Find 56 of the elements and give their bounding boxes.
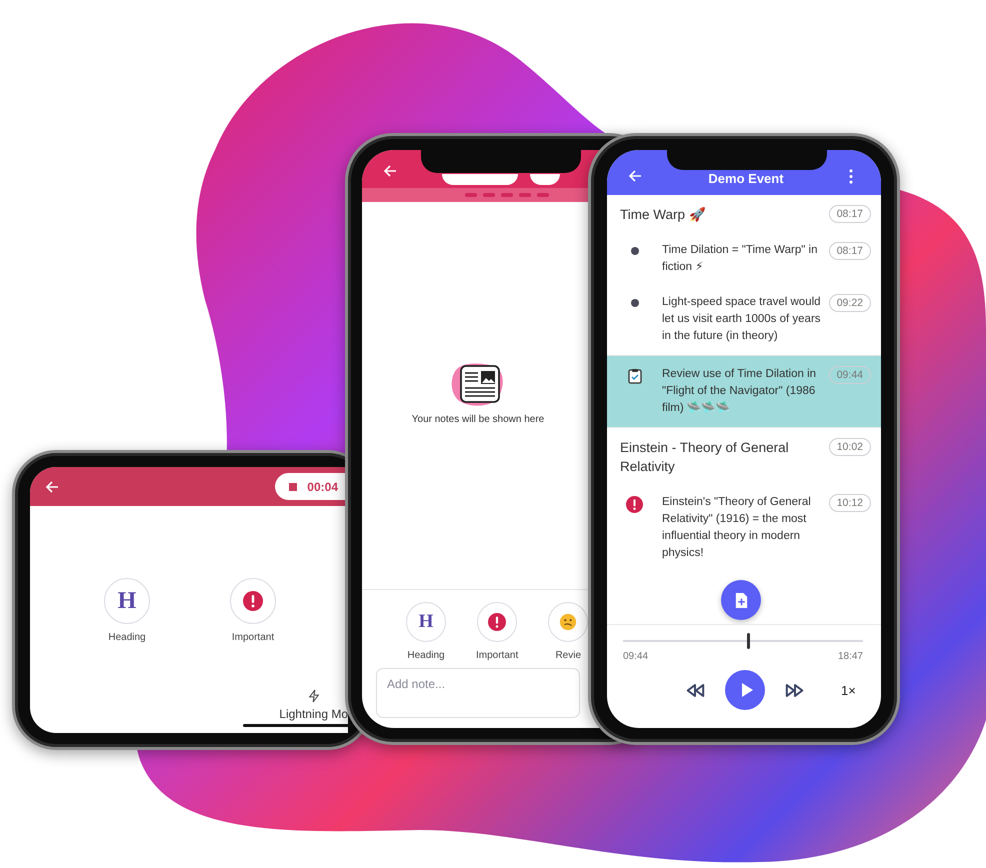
elapsed-time: 09:44 <box>623 651 648 662</box>
tag-label: Important <box>232 632 274 643</box>
exclamation-icon <box>243 591 263 611</box>
note-text: Einstein's "Theory of General Relativity" (1916) = the most influential theory in modern physics! <box>662 496 811 559</box>
tag-label: Heading <box>407 650 445 661</box>
back-arrow-icon[interactable] <box>627 168 643 184</box>
timestamp-chip[interactable]: 08:17 <box>828 205 871 223</box>
timestamp-chip[interactable]: 08:17 <box>828 242 871 260</box>
bullet-icon <box>630 299 638 307</box>
section-title: Einstein - Theory of General Relativity <box>620 439 790 476</box>
timer-pill[interactable] <box>442 174 518 185</box>
note-row[interactable]: Einstein's "Theory of General Relativity" (1916) = the most influential theory in modern physics! 10:12 <box>607 486 881 572</box>
note-row[interactable]: Review use of Time Dilation in "Flight of the Navigator" (1986 film) 🛸🛸🛸 09:44 <box>607 355 881 427</box>
tag-label: Important <box>476 650 518 661</box>
timestamp-chip[interactable]: 09:22 <box>828 294 871 312</box>
note-row[interactable]: Time Dilation = "Time Warp" in fiction ⚡ 08:17 <box>607 234 881 286</box>
add-note-button[interactable] <box>721 580 761 620</box>
lightning-icon[interactable] <box>308 689 320 703</box>
timestamp-chip[interactable]: 10:02 <box>828 438 871 456</box>
back-arrow-icon[interactable] <box>382 163 398 179</box>
total-time: 18:47 <box>838 651 863 662</box>
note-text: Time Dilation = "Time Warp" in fiction ⚡ <box>662 244 818 273</box>
rewind-icon[interactable] <box>685 682 705 698</box>
play-button[interactable] <box>725 670 765 710</box>
more-icon[interactable] <box>848 169 853 184</box>
seek-thumb[interactable] <box>746 633 750 649</box>
mode-label[interactable]: Lightning Mo <box>279 707 348 721</box>
important-tag-button[interactable] <box>477 602 518 642</box>
stop-icon <box>289 482 298 490</box>
face-icon <box>559 613 578 631</box>
clipboard-check-icon <box>628 368 642 384</box>
heading-tag-button[interactable]: H <box>104 578 150 624</box>
back-arrow-icon[interactable] <box>44 478 60 494</box>
fast-forward-icon[interactable] <box>785 682 805 698</box>
playback-speed-button[interactable]: 1× <box>841 682 856 698</box>
recording-timer[interactable]: 00:04 <box>275 473 348 500</box>
tag-label: Heading <box>108 632 146 643</box>
important-icon <box>626 496 643 513</box>
heading-tag-button[interactable]: H <box>406 602 446 642</box>
tag-label: Revie <box>555 650 582 661</box>
note-text: Review use of Time Dilation in "Flight of the Navigator" (1986 film) 🛸🛸🛸 <box>662 368 816 414</box>
empty-state-text: Your notes will be shown here <box>412 414 544 425</box>
note-row[interactable]: Light-speed space travel would let us visit earth 1000s of years in the future (in theory) 09:22 <box>607 286 881 355</box>
review-tag-button[interactable] <box>548 602 588 642</box>
note-text: Light-speed space travel would let us visit earth 1000s of years in the future (in theory) <box>662 296 821 342</box>
section-title: Time Warp 🚀 <box>620 206 706 224</box>
important-tag-button[interactable] <box>230 578 276 624</box>
timer-text: 00:04 <box>307 480 338 494</box>
timestamp-chip[interactable]: 10:12 <box>828 494 871 512</box>
add-note-field[interactable]: Add note... <box>376 668 580 718</box>
exclamation-icon <box>488 613 506 631</box>
screen-title: Demo Event <box>708 171 784 186</box>
stop-button[interactable] <box>530 174 560 185</box>
play-icon <box>740 682 754 698</box>
plus-document-icon <box>734 592 748 608</box>
bullet-icon <box>630 247 638 255</box>
